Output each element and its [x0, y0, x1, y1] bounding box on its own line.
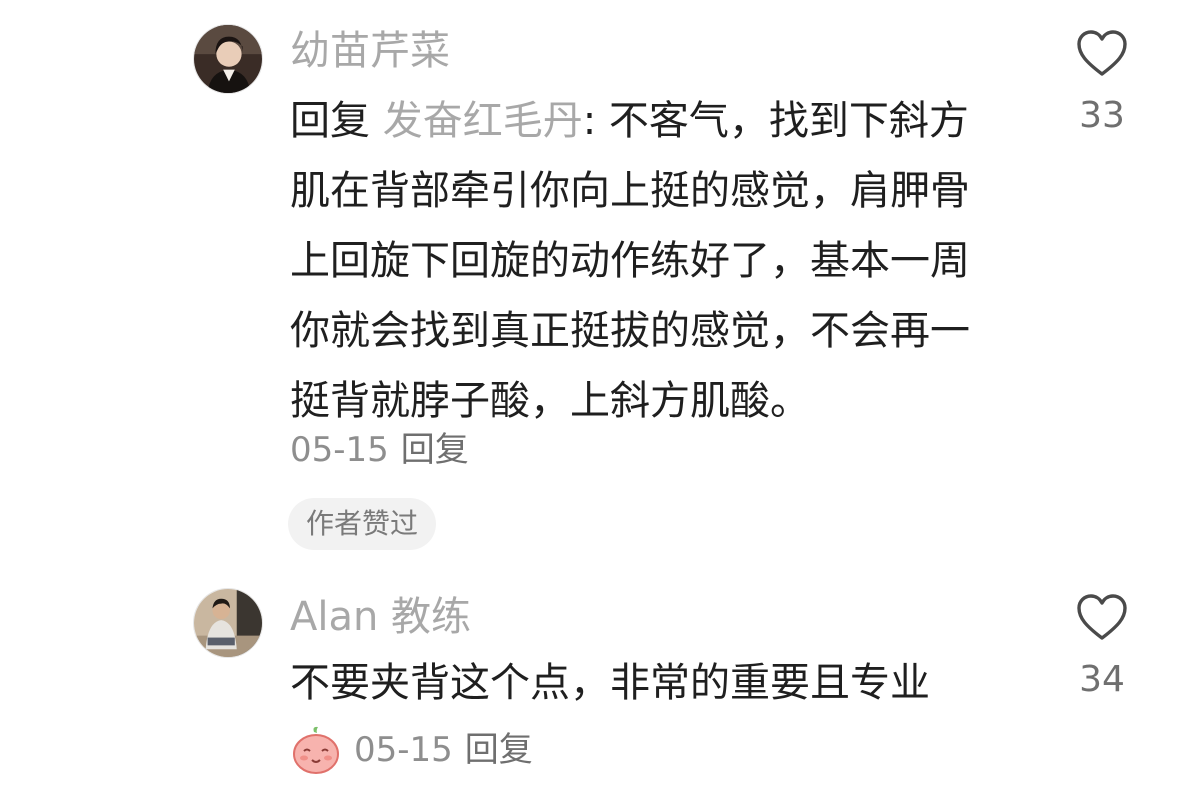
reply-colon: :: [582, 98, 609, 144]
reply-button[interactable]: 回复: [401, 428, 469, 472]
comment-text-line-0: 不客气，找到下斜方: [608, 98, 969, 144]
comment-text-line: 你就会找到真正挺拔的感觉，不会再一: [290, 308, 970, 354]
comment-meta: 05-15 回复: [290, 724, 533, 776]
avatar-image: [194, 25, 262, 93]
comment-text: 不要夹背这个点，非常的重要且专业: [290, 660, 930, 706]
heart-icon[interactable]: [1076, 594, 1128, 642]
comment-date: 05-15: [354, 730, 453, 770]
comment-text-line: 挺背就脖子酸，上斜方肌酸。: [290, 378, 810, 424]
like-control[interactable]: 33: [1062, 30, 1142, 136]
author-liked-badge: 作者赞过: [288, 498, 437, 550]
like-count: 33: [1079, 95, 1125, 136]
like-control[interactable]: 34: [1062, 594, 1142, 700]
avatar-image: [194, 589, 262, 657]
reply-prefix: 回复: [290, 98, 383, 144]
reply-button[interactable]: 回复: [465, 728, 533, 772]
comment-text: 回复 发奋红毛丹: 不客气，找到下斜方 肌在背部牵引你向上挺的感觉，肩胛骨 上回…: [290, 86, 1030, 436]
comment-username[interactable]: 幼苗芹菜: [290, 26, 450, 76]
comment-username[interactable]: Alan 教练: [290, 592, 471, 642]
comment-text-line: 回复 发奋红毛丹: 不客气，找到下斜方: [290, 86, 1030, 156]
reply-target-username[interactable]: 发奋红毛丹: [383, 98, 583, 144]
comment-text-line: 上回旋下回旋的动作练好了，基本一周: [290, 238, 970, 284]
avatar[interactable]: [193, 24, 263, 94]
like-count: 34: [1079, 659, 1125, 700]
heart-icon[interactable]: [1076, 30, 1128, 78]
comment-date: 05-15: [290, 430, 389, 470]
peach-sticker-icon: [293, 726, 339, 774]
avatar[interactable]: [193, 588, 263, 658]
comment-text-line: 肌在背部牵引你向上挺的感觉，肩胛骨: [290, 168, 970, 214]
comment-meta: 05-15 回复: [290, 428, 469, 472]
